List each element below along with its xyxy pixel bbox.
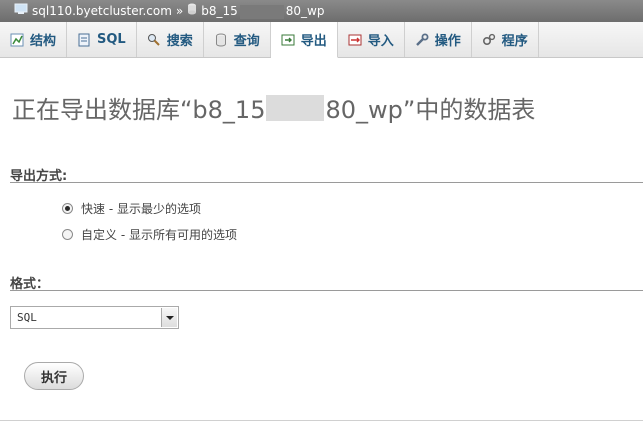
radio-label: 自定义 - 显示所有可用的选项 xyxy=(81,228,237,242)
server-link[interactable]: sql110.byetcluster.com xyxy=(32,0,172,22)
database-name-prefix: b8_15 xyxy=(201,4,238,18)
database-link[interactable]: b8_15 80_wp xyxy=(201,0,324,22)
breadcrumb-separator: » xyxy=(175,4,184,18)
tab-search[interactable]: 搜索 xyxy=(137,22,204,57)
radio-custom[interactable]: 自定义 - 显示所有可用的选项 xyxy=(62,226,237,243)
page-title-prefix: 正在导出数据库“b8_15 xyxy=(12,96,266,124)
chevron-down-icon[interactable] xyxy=(161,308,177,327)
tab-label: 导入 xyxy=(367,34,394,49)
page-title-suffix: 80_wp”中的数据表 xyxy=(325,96,536,124)
tab-export[interactable]: 导出 xyxy=(270,22,338,58)
sql-icon xyxy=(77,33,91,47)
database-name-suffix: 80_wp xyxy=(285,4,325,18)
tab-label: 搜索 xyxy=(166,34,193,49)
breadcrumb: sql110.byetcluster.com » b8_15 80_wp xyxy=(0,0,643,22)
export-icon xyxy=(281,33,295,47)
tab-structure[interactable]: 结构 xyxy=(0,22,68,57)
tab-routines[interactable]: 程序 xyxy=(472,22,539,57)
divider xyxy=(10,182,643,183)
format-selected-value: SQL xyxy=(17,311,37,324)
tab-label: 导出 xyxy=(300,34,327,49)
tab-label: 操作 xyxy=(434,34,461,49)
redacted-block xyxy=(266,94,325,121)
gears-icon xyxy=(482,33,496,47)
radio-button[interactable] xyxy=(62,203,73,214)
divider xyxy=(10,290,643,291)
search-icon xyxy=(147,33,161,47)
server-icon xyxy=(14,0,28,22)
structure-icon xyxy=(10,33,24,47)
tab-import[interactable]: 导入 xyxy=(338,22,405,57)
tab-label: 查询 xyxy=(233,34,260,49)
tab-sql[interactable]: SQL xyxy=(67,22,137,57)
tab-label: 结构 xyxy=(30,34,57,49)
tab-label: SQL xyxy=(97,32,126,47)
divider xyxy=(0,420,643,421)
page-title: 正在导出数据库“b8_15 80_wp”中的数据表 xyxy=(12,90,535,125)
tab-label: 程序 xyxy=(501,34,528,49)
wrench-icon xyxy=(415,33,429,47)
tab-operations[interactable]: 操作 xyxy=(405,22,472,57)
query-icon xyxy=(214,33,228,47)
radio-quick[interactable]: 快速 - 显示最少的选项 xyxy=(62,200,201,217)
import-icon xyxy=(348,33,362,47)
tab-query[interactable]: 查询 xyxy=(204,22,271,57)
redacted-block xyxy=(239,4,284,19)
radio-button[interactable] xyxy=(62,229,73,240)
format-select[interactable]: SQL xyxy=(10,306,179,329)
database-icon xyxy=(187,0,197,22)
radio-label: 快速 - 显示最少的选项 xyxy=(81,202,201,216)
tab-bar: 结构 SQL 搜索 查询 导出 导入 操作 程序 xyxy=(0,22,643,58)
go-button[interactable]: 执行 xyxy=(24,362,84,390)
